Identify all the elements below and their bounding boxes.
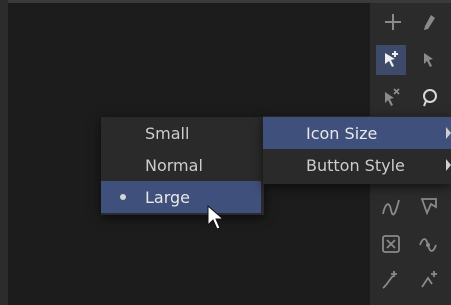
- add-point-icon[interactable]: [378, 7, 408, 37]
- menu-item-icon-size[interactable]: Icon Size: [263, 117, 451, 149]
- mouse-cursor-icon: [207, 204, 225, 235]
- menu-item-small[interactable]: Small: [101, 117, 264, 149]
- delete-point-icon[interactable]: [376, 229, 406, 259]
- select-remove-icon[interactable]: [376, 83, 406, 113]
- select-icon[interactable]: [414, 45, 444, 75]
- menu-item-label: Normal: [145, 155, 203, 175]
- pen-icon[interactable]: [414, 7, 444, 37]
- menu-item-normal[interactable]: Normal: [101, 149, 264, 181]
- selected-bullet-icon: [120, 194, 126, 200]
- lasso-icon[interactable]: [414, 83, 444, 113]
- submenu-arrow-icon: [446, 159, 451, 171]
- icon-size-submenu: Small Normal Large: [101, 117, 264, 215]
- left-border: [0, 0, 8, 305]
- menu-item-label: Button Style: [306, 155, 405, 175]
- menu-item-label: Small: [145, 123, 190, 143]
- select-add-icon[interactable]: [376, 45, 406, 75]
- menu-item-large[interactable]: Large: [101, 181, 261, 213]
- move-point-icon[interactable]: [376, 265, 406, 295]
- context-menu: Icon Size Button Style: [263, 116, 451, 184]
- curve-corner-icon[interactable]: [414, 191, 444, 221]
- transform-point-icon[interactable]: [414, 265, 444, 295]
- menu-item-label: Large: [145, 187, 191, 207]
- curve-smooth-icon[interactable]: [376, 191, 406, 221]
- menu-item-button-style[interactable]: Button Style: [263, 149, 451, 181]
- submenu-arrow-icon: [446, 127, 451, 139]
- menu-item-label: Icon Size: [306, 123, 378, 143]
- curve-loop-icon[interactable]: [414, 229, 444, 259]
